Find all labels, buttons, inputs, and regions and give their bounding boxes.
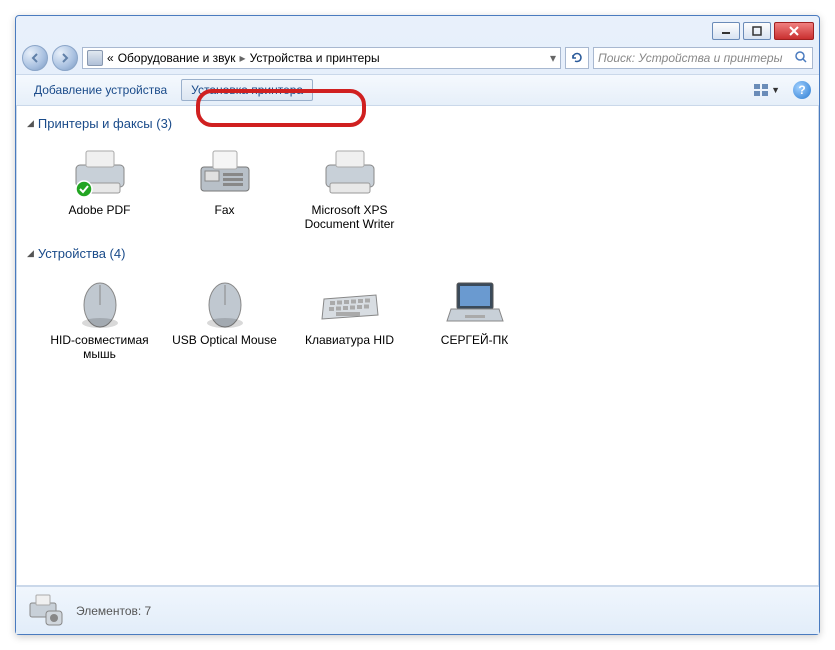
group-header-devices[interactable]: ◢ Устройства (4) — [27, 240, 808, 267]
device-label: USB Optical Mouse — [172, 333, 277, 347]
device-label: Microsoft XPS Document Writer — [291, 203, 408, 232]
minimize-button[interactable] — [712, 22, 740, 40]
address-bar[interactable]: « Оборудование и звук ▸ Устройства и при… — [82, 47, 561, 69]
chevron-down-icon[interactable]: ▾ — [550, 51, 556, 65]
fax-icon — [193, 145, 257, 201]
title-bar — [16, 16, 819, 42]
laptop-icon — [443, 275, 507, 331]
group-printers: Adobe PDF Fax — [27, 137, 808, 240]
search-placeholder: Поиск: Устройства и принтеры — [598, 51, 782, 65]
help-button[interactable]: ? — [793, 81, 811, 99]
printer-icon — [68, 145, 132, 201]
device-item[interactable]: Клавиатура HID — [287, 267, 412, 370]
breadcrumb-prefix: « — [107, 51, 114, 65]
collapse-arrow-icon: ◢ — [27, 248, 34, 259]
maximize-button[interactable] — [743, 22, 771, 40]
device-label: Adobe PDF — [68, 203, 130, 217]
breadcrumb-part1[interactable]: Оборудование и звук — [118, 51, 236, 65]
device-label: Fax — [214, 203, 234, 217]
nav-bar: « Оборудование и звук ▸ Устройства и при… — [16, 42, 819, 74]
back-button[interactable] — [22, 45, 48, 71]
install-printer-button[interactable]: Установка принтера — [181, 79, 313, 101]
mouse-icon — [68, 275, 132, 331]
statusbar-text: Элементов: 7 — [76, 604, 151, 618]
group-header-printers[interactable]: ◢ Принтеры и факсы (3) — [27, 110, 808, 137]
device-item[interactable]: Fax — [162, 137, 287, 240]
search-input[interactable]: Поиск: Устройства и принтеры — [593, 47, 813, 69]
toolbar: Добавление устройства Установка принтера… — [16, 74, 819, 106]
group-title: Принтеры и факсы (3) — [38, 116, 172, 131]
search-icon[interactable] — [794, 50, 808, 67]
device-label: HID-совместимая мышь — [41, 333, 158, 362]
device-label: СЕРГЕЙ-ПК — [441, 333, 508, 347]
printer-icon — [318, 145, 382, 201]
device-item[interactable]: Microsoft XPS Document Writer — [287, 137, 412, 240]
explorer-window: « Оборудование и звук ▸ Устройства и при… — [15, 15, 820, 635]
group-devices: HID-совместимая мышь USB Optical Mouse — [27, 267, 808, 370]
device-item[interactable]: HID-совместимая мышь — [37, 267, 162, 370]
device-label: Клавиатура HID — [305, 333, 394, 347]
view-options-button[interactable]: ▼ — [748, 80, 785, 100]
device-item[interactable]: Adobe PDF — [37, 137, 162, 240]
content-area: ◢ Принтеры и факсы (3) Adobe PDF — [16, 106, 819, 586]
refresh-button[interactable] — [565, 47, 589, 69]
breadcrumb-part2[interactable]: Устройства и принтеры — [250, 51, 380, 65]
device-item[interactable]: USB Optical Mouse — [162, 267, 287, 370]
chevron-right-icon[interactable]: ▸ — [240, 51, 246, 65]
collapse-arrow-icon: ◢ — [27, 118, 34, 129]
keyboard-icon — [318, 275, 382, 331]
chevron-down-icon: ▼ — [771, 85, 780, 95]
group-title: Устройства (4) — [38, 246, 126, 261]
view-icon — [753, 83, 769, 97]
add-device-button[interactable]: Добавление устройства — [24, 79, 177, 101]
status-bar: Элементов: 7 — [16, 586, 819, 634]
forward-button[interactable] — [52, 45, 78, 71]
device-item[interactable]: СЕРГЕЙ-ПК — [412, 267, 537, 370]
close-button[interactable] — [774, 22, 814, 40]
location-icon — [87, 50, 103, 66]
statusbar-icon — [26, 593, 66, 629]
mouse-icon — [193, 275, 257, 331]
